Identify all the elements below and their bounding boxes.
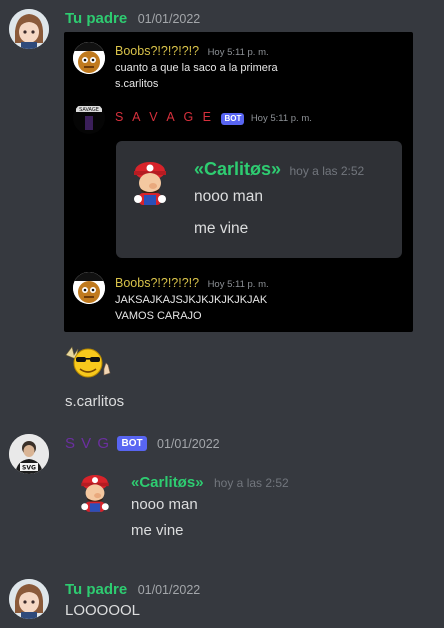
- avatar-tu-padre[interactable]: [9, 579, 49, 619]
- quote-line: me vine: [131, 522, 184, 539]
- screenshot-line: s.carlitos: [115, 78, 159, 90]
- avatar-tu-padre[interactable]: [9, 9, 49, 49]
- message-date: 01/01/2022: [137, 583, 201, 597]
- quote-line: me vine: [194, 220, 249, 237]
- svg-avatar-text: SVG: [22, 465, 36, 472]
- screenshot-time: Hoy 5:11 p. m.: [207, 279, 269, 290]
- avatar-boobs: [73, 42, 105, 74]
- screenshot-line: JAKSAJKAJSJKJKJKJKJKJAK: [115, 294, 268, 306]
- quote-author: «Carlitøs»: [194, 159, 282, 179]
- avatar-carlitos: [77, 472, 113, 514]
- screenshot-author: Boobs?!?!?!?!?: [115, 44, 200, 58]
- quote-card: «Carlitøs» hoy a las 2:52 nooo man me vi…: [116, 141, 402, 258]
- message-date: 01/01/2022: [137, 12, 201, 26]
- message-text: LOOOOOL: [65, 602, 141, 619]
- bot-badge: BOT: [221, 113, 245, 125]
- quote-line: nooo man: [131, 496, 198, 513]
- bot-badge: BOT: [117, 436, 147, 451]
- quote-author: «Carlitøs»: [131, 474, 204, 491]
- screenshot-time: Hoy 5:11 p. m.: [207, 47, 269, 58]
- message-text: s.carlitos: [65, 393, 125, 410]
- savage-avatar-text: SAVAGE: [79, 107, 99, 113]
- cool-emoji-sticker[interactable]: [64, 343, 116, 383]
- quote-time: hoy a las 2:52: [214, 476, 289, 490]
- author-name-svg[interactable]: S V G: [65, 435, 110, 452]
- message-date: 01/01/2022: [157, 437, 220, 451]
- avatar-boobs: [73, 272, 105, 304]
- screenshot-author: Boobs?!?!?!?!?: [115, 276, 200, 290]
- screenshot-line: VAMOS CARAJO: [115, 310, 202, 322]
- quote-line: nooo man: [194, 188, 263, 205]
- screenshot-author-savage: S A V A G E: [115, 110, 215, 124]
- avatar-carlitos: [129, 159, 171, 207]
- screenshot-time: Hoy 5:11 p. m.: [250, 113, 312, 124]
- avatar-savage: SAVAGE: [73, 102, 105, 134]
- screenshot-line: cuanto a que la saco a la primera: [115, 62, 278, 74]
- quote-time: hoy a las 2:52: [289, 164, 365, 178]
- embedded-screenshot[interactable]: Boobs?!?!?!?!? Hoy 5:11 p. m. cuanto a q…: [64, 32, 413, 332]
- author-name[interactable]: Tu padre: [65, 581, 127, 598]
- author-name[interactable]: Tu padre: [65, 10, 127, 27]
- avatar-svg-bot[interactable]: SVG: [9, 434, 49, 474]
